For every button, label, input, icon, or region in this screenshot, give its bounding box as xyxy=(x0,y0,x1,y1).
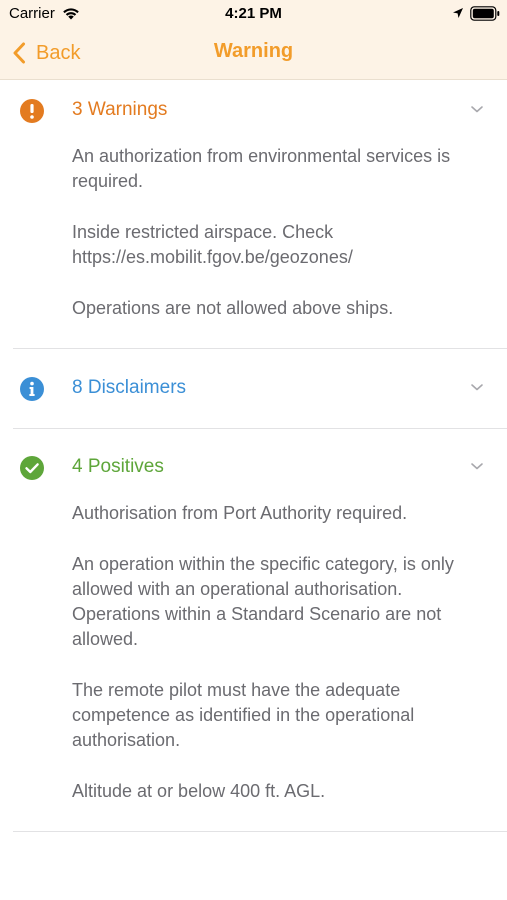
divider xyxy=(13,348,507,349)
warnings-title: 3 Warnings xyxy=(72,99,168,120)
warnings-list: An authorization from environmental serv… xyxy=(72,144,492,347)
positive-item: The remote pilot must have the adequate … xyxy=(72,680,415,750)
positive-item: An operation within the specific categor… xyxy=(72,554,454,649)
chevron-down-icon xyxy=(471,384,483,391)
positives-header[interactable]: 4 Positives xyxy=(0,448,507,488)
warning-item: An authorization from environmental serv… xyxy=(72,146,451,191)
positive-item: Authorisation from Port Authority requir… xyxy=(72,503,408,523)
check-circle-icon xyxy=(20,456,44,480)
disclaimers-header[interactable]: 8 Disclaimers xyxy=(0,369,507,409)
top-bar: Carrier 4:21 PM Back Warning xyxy=(0,0,507,80)
warning-item: Inside restricted airspace. Check https:… xyxy=(72,222,353,267)
positives-title: 4 Positives xyxy=(72,456,164,477)
warnings-section: 3 Warnings An authorization from environ… xyxy=(0,91,507,349)
status-time: 4:21 PM xyxy=(225,5,282,22)
warnings-header[interactable]: 3 Warnings xyxy=(0,91,507,131)
location-arrow-icon xyxy=(453,8,463,18)
disclaimers-section: 8 Disclaimers xyxy=(0,369,507,409)
exclamation-circle-icon xyxy=(20,99,44,123)
navigation-bar: Back Warning xyxy=(0,28,507,79)
chevron-down-icon xyxy=(471,106,483,113)
page-title: Warning xyxy=(213,40,294,62)
positives-list: Authorisation from Port Authority requir… xyxy=(72,501,492,830)
positives-section: 4 Positives Authorisation from Port Auth… xyxy=(0,448,507,828)
info-circle-icon xyxy=(20,377,44,401)
divider xyxy=(13,831,507,832)
warning-item: Operations are not allowed above ships. xyxy=(72,298,394,318)
positive-item: Altitude at or below 400 ft. AGL. xyxy=(72,781,326,801)
chevron-down-icon xyxy=(471,463,483,470)
divider xyxy=(13,428,507,429)
status-bar: Carrier 4:21 PM xyxy=(0,0,507,28)
battery-icon xyxy=(470,6,500,21)
disclaimers-title: 8 Disclaimers xyxy=(72,377,187,398)
